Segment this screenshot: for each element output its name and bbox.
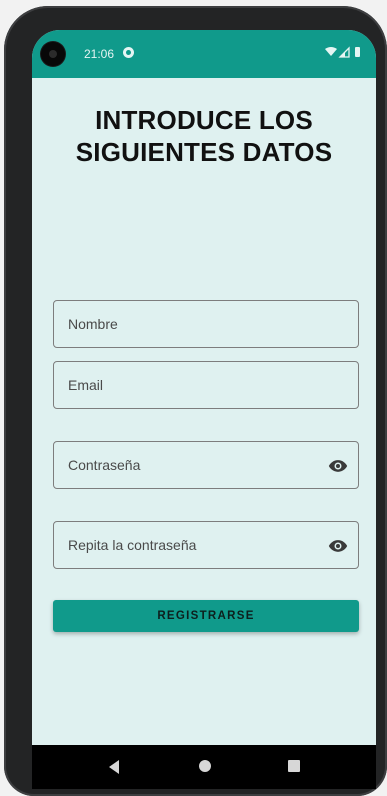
- nombre-label: Nombre: [68, 316, 118, 332]
- show-repeat-password-eye-icon[interactable]: [328, 536, 348, 556]
- front-camera: [41, 42, 65, 66]
- password-field[interactable]: Contraseña: [53, 441, 359, 489]
- wifi-icon: [325, 47, 337, 56]
- repeat-password-label: Repita la contraseña: [68, 537, 197, 553]
- status-icons: [324, 46, 364, 58]
- status-indicators: [325, 46, 360, 58]
- page-title-line-2: SIGUIENTES DATOS: [75, 137, 333, 167]
- repeat-password-field[interactable]: Repita la contraseña: [53, 521, 359, 569]
- battery-icon: [355, 47, 360, 57]
- status-bar: 21:06: [32, 30, 376, 78]
- recents-icon[interactable]: [288, 760, 300, 772]
- email-field[interactable]: Email: [53, 361, 359, 409]
- register-button[interactable]: REGISTRARSE: [53, 600, 359, 632]
- page-title: INTRODUCE LOS SIGUIENTES DATOS: [32, 104, 376, 168]
- show-password-eye-icon[interactable]: [328, 456, 348, 476]
- navigation-bar: [32, 745, 376, 789]
- back-icon[interactable]: [107, 759, 121, 775]
- email-label: Email: [68, 377, 104, 393]
- password-label: Contraseña: [68, 457, 141, 473]
- app-screen: 21:06 INTRODUCE LOS SIGUIENTES DATOS Nom…: [32, 30, 376, 775]
- status-time: 21:06: [84, 47, 115, 61]
- nombre-field[interactable]: Nombre: [53, 300, 359, 348]
- app-notification-icon: [123, 47, 134, 58]
- home-icon[interactable]: [199, 760, 211, 772]
- page-title-line-1: INTRODUCE LOS: [95, 105, 313, 135]
